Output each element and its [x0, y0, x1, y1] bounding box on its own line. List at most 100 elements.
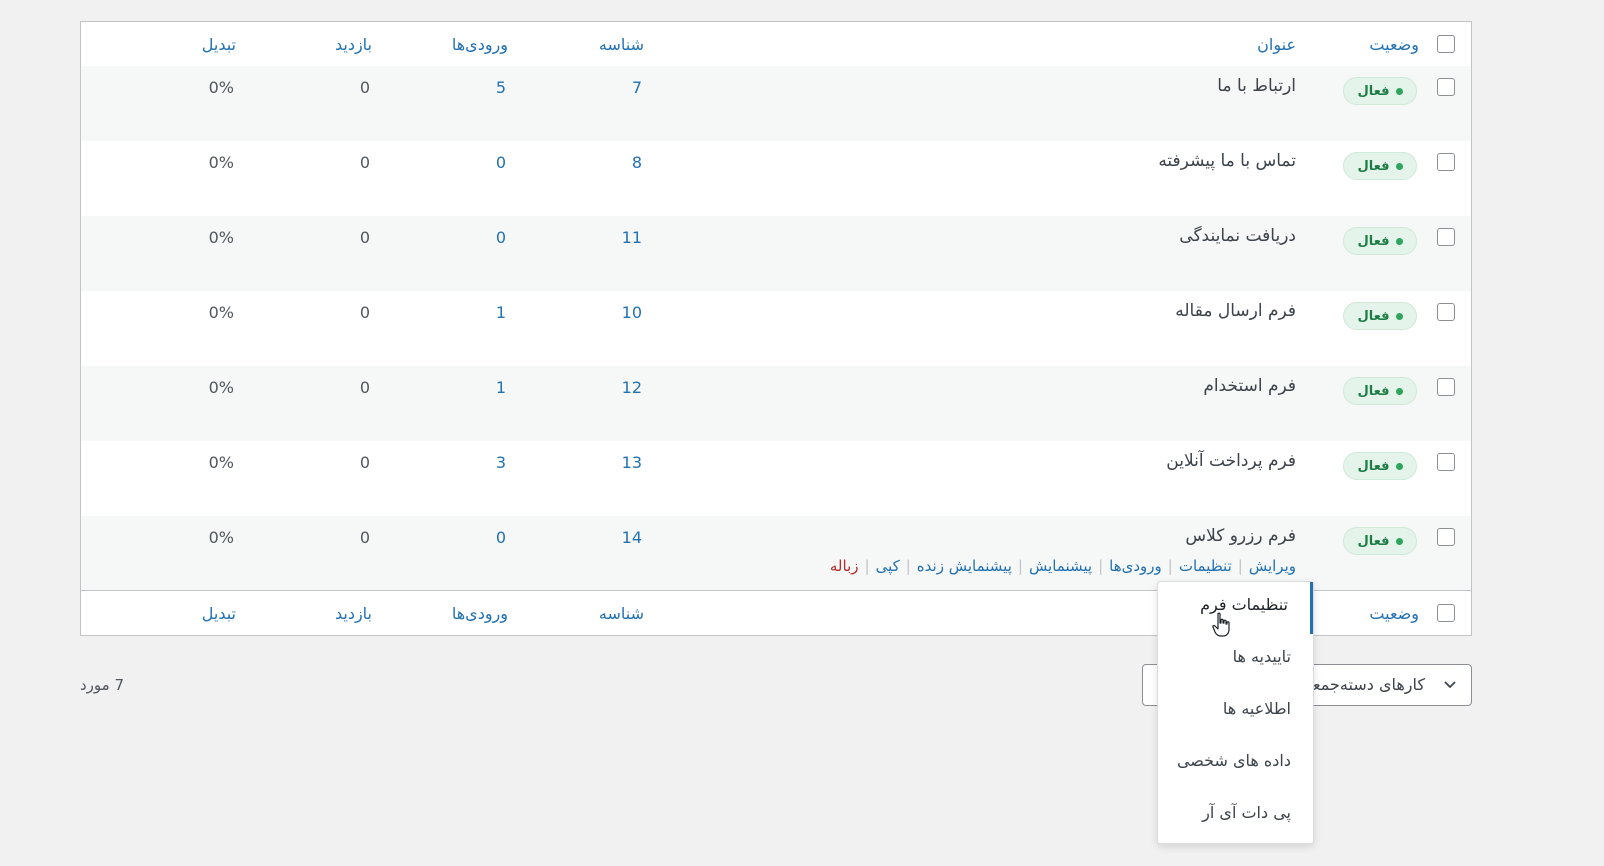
- copy-link[interactable]: کپی: [876, 557, 900, 575]
- form-title-link[interactable]: فرم پرداخت آنلاین: [1166, 451, 1296, 471]
- form-id: 8: [631, 153, 642, 172]
- status-dot-icon: [1395, 162, 1403, 170]
- separator: |: [1167, 557, 1173, 575]
- row-checkbox[interactable]: [1437, 303, 1455, 321]
- form-entries[interactable]: 0: [496, 153, 506, 172]
- status-dot-icon: [1395, 537, 1403, 545]
- trash-link[interactable]: زباله: [830, 557, 859, 575]
- menu-item-personal-data[interactable]: داده های شخصی: [1158, 738, 1313, 790]
- row-checkbox[interactable]: [1437, 78, 1455, 96]
- status-badge: فعال: [1343, 227, 1417, 255]
- column-entries[interactable]: ورودی‌ها: [452, 604, 508, 623]
- form-title-link[interactable]: تماس با ما پیشرفته: [1158, 151, 1296, 171]
- form-views: 0: [359, 78, 370, 97]
- menu-item-confirmations[interactable]: تاییدیه ها: [1158, 634, 1313, 686]
- column-id[interactable]: شناسه: [599, 35, 644, 54]
- form-title-link[interactable]: دریافت نمایندگی: [1179, 226, 1296, 246]
- status-badge: فعال: [1343, 527, 1417, 555]
- table-row: فعال فرم پرداخت آنلاین 13 3 0 0%: [81, 441, 1471, 516]
- item-count: 7 مورد: [80, 676, 125, 694]
- table-row: فعال فرم ارسال مقاله 10 1 0 0%: [81, 291, 1471, 366]
- row-checkbox[interactable]: [1437, 528, 1455, 546]
- form-entries[interactable]: 0: [496, 228, 506, 247]
- table-row: فعال تماس با ما پیشرفته 8 0 0 0%: [81, 141, 1471, 216]
- column-id[interactable]: شناسه: [599, 604, 644, 623]
- form-conversion: 0%: [208, 153, 234, 172]
- column-conversion[interactable]: تبدیل: [202, 35, 236, 54]
- form-entries[interactable]: 1: [496, 378, 506, 397]
- row-checkbox[interactable]: [1437, 153, 1455, 171]
- status-dot-icon: [1395, 237, 1403, 245]
- column-status[interactable]: وضعیت: [1369, 604, 1419, 623]
- form-views: 0: [359, 453, 370, 472]
- hand-pointer-icon: [1212, 612, 1232, 642]
- form-views: 0: [359, 303, 370, 322]
- column-conversion[interactable]: تبدیل: [202, 604, 236, 623]
- form-conversion: 0%: [208, 453, 234, 472]
- row-checkbox[interactable]: [1437, 378, 1455, 396]
- row-checkbox[interactable]: [1437, 228, 1455, 246]
- table-row: فعال فرم استخدام 12 1 0 0%: [81, 366, 1471, 441]
- status-badge: فعال: [1343, 77, 1417, 105]
- separator: |: [1237, 557, 1243, 575]
- form-entries[interactable]: 0: [496, 528, 506, 547]
- status-dot-icon: [1395, 387, 1403, 395]
- separator: |: [864, 557, 870, 575]
- menu-item-form-settings[interactable]: تنظیمات فرم: [1158, 582, 1313, 634]
- preview-link[interactable]: پیشنمایش: [1029, 557, 1092, 575]
- separator: |: [1098, 557, 1104, 575]
- column-status[interactable]: وضعیت: [1369, 35, 1419, 54]
- edit-link[interactable]: ویرایش: [1249, 557, 1296, 575]
- form-title-link[interactable]: فرم استخدام: [1203, 376, 1296, 396]
- status-dot-icon: [1395, 87, 1403, 95]
- table-header: وضعیت عنوان شناسه ورودی‌ها بازدید تبدیل: [81, 22, 1471, 67]
- form-title-link[interactable]: فرم ارسال مقاله: [1175, 301, 1296, 321]
- form-entries[interactable]: 5: [496, 78, 506, 97]
- form-id: 7: [631, 78, 642, 97]
- status-badge: فعال: [1343, 302, 1417, 330]
- form-views: 0: [359, 378, 370, 397]
- form-title-link[interactable]: ارتباط با ما: [1217, 76, 1296, 96]
- select-all-checkbox-footer[interactable]: [1437, 604, 1455, 622]
- row-checkbox[interactable]: [1437, 453, 1455, 471]
- entries-link[interactable]: ورودی‌ها: [1109, 557, 1162, 575]
- settings-dropdown-menu: تنظیمات فرم تاییدیه ها اطلاعیه ها داده ه…: [1157, 581, 1314, 844]
- table-row: فعال فرم رزرو کلاس 14 0 0 0% ویرایش | تنظی…: [81, 516, 1471, 591]
- form-conversion: 0%: [208, 228, 234, 247]
- form-id: 10: [621, 303, 642, 322]
- form-id: 14: [621, 528, 642, 547]
- chevron-down-icon: [1443, 677, 1457, 695]
- status-dot-icon: [1395, 462, 1403, 470]
- column-title[interactable]: عنوان: [1257, 35, 1296, 54]
- separator: |: [1017, 557, 1023, 575]
- menu-item-notifications[interactable]: اطلاعیه ها: [1158, 686, 1313, 738]
- form-title-link[interactable]: فرم رزرو کلاس: [1185, 526, 1296, 546]
- form-conversion: 0%: [208, 303, 234, 322]
- form-id: 13: [621, 453, 642, 472]
- form-conversion: 0%: [208, 378, 234, 397]
- select-all-checkbox[interactable]: [1437, 35, 1455, 53]
- form-views: 0: [359, 228, 370, 247]
- form-entries[interactable]: 3: [496, 453, 506, 472]
- bulk-actions-label: کارهای دسته‌جمعی: [1299, 675, 1425, 694]
- settings-link[interactable]: تنظیمات: [1179, 557, 1232, 575]
- forms-table: وضعیت عنوان شناسه ورودی‌ها بازدید تبدیل …: [80, 21, 1472, 636]
- status-badge: فعال: [1343, 377, 1417, 405]
- forms-list-page: وضعیت عنوان شناسه ورودی‌ها بازدید تبدیل …: [0, 0, 1604, 866]
- form-conversion: 0%: [208, 528, 234, 547]
- live-preview-link[interactable]: پیشنمایش زنده: [917, 557, 1012, 575]
- column-entries[interactable]: ورودی‌ها: [452, 35, 508, 54]
- table-row: فعال دریافت نمایندگی 11 0 0 0%: [81, 216, 1471, 291]
- table-row: فعال ارتباط با ما 7 5 0 0%: [81, 66, 1471, 141]
- column-views[interactable]: بازدید: [335, 604, 372, 623]
- form-views: 0: [359, 153, 370, 172]
- status-dot-icon: [1395, 312, 1403, 320]
- status-badge: فعال: [1343, 152, 1417, 180]
- form-id: 12: [621, 378, 642, 397]
- column-views[interactable]: بازدید: [335, 35, 372, 54]
- form-id: 11: [621, 228, 642, 247]
- status-badge: فعال: [1343, 452, 1417, 480]
- menu-item-pdotir[interactable]: پی دات آی آر: [1158, 790, 1313, 842]
- row-actions: ویرایش | تنظیمات | ورودی‌ها | پیشنمایش | پیشنمای…: [830, 557, 1296, 575]
- form-entries[interactable]: 1: [496, 303, 506, 322]
